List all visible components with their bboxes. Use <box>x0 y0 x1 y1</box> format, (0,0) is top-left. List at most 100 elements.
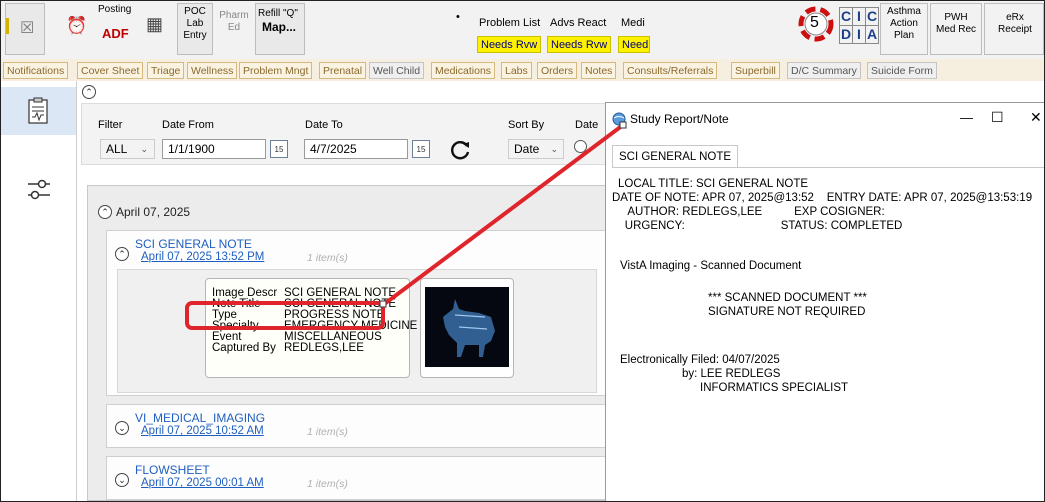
report-line: DATE OF NOTE: APR 07, 2025@13:52 ENTRY D… <box>612 192 1033 204</box>
image-info-box: Image Descr SCI GENERAL NOTE Note Title … <box>205 278 417 378</box>
erx-receipt-button[interactable]: eRx Receipt <box>984 3 1044 55</box>
pwh-med-rec-button[interactable]: PWH Med Rec <box>930 3 982 55</box>
date-group-header: April 07, 2025 <box>116 205 191 219</box>
chevron-down-icon: ⌄ <box>140 144 148 154</box>
poc-lab-entry-button[interactable]: POC Lab Entry <box>177 3 213 55</box>
collapse-filter-icon[interactable]: ⌃ <box>82 85 96 99</box>
tab-medications[interactable]: Medications <box>431 62 496 79</box>
tab-consults-referrals[interactable]: Consults/Referrals <box>623 62 718 79</box>
maximize-button[interactable]: ☐ <box>991 109 1004 126</box>
posting-button[interactable]: Posting ADF <box>95 3 135 55</box>
alarm-clock-icon: ⏰ <box>66 16 88 35</box>
report-line: Electronically Filed: 04/07/2025 <box>620 354 780 366</box>
cida-letter: D <box>839 25 853 44</box>
report-line: LOCAL TITLE: SCI GENERAL NOTE <box>618 178 809 190</box>
tab-notifications[interactable]: Notifications <box>3 62 69 79</box>
note-date-link[interactable]: April 07, 2025 10:52 AM <box>141 425 264 437</box>
close-button[interactable]: ✕ <box>1030 109 1042 126</box>
note-details-area: Image Descr SCI GENERAL NOTE Note Title … <box>117 269 597 393</box>
expand-note-icon[interactable]: ⌄ <box>115 473 129 487</box>
tab-triage[interactable]: Triage <box>147 62 185 79</box>
asthma-action-plan-button[interactable]: Asthma Action Plan <box>880 3 928 55</box>
date-to-calendar-icon[interactable]: 15 <box>412 140 430 158</box>
toolbar-marker <box>6 18 9 34</box>
chevron-down-icon: ⌄ <box>550 144 558 154</box>
date-from-calendar-icon[interactable]: 15 <box>270 140 288 158</box>
report-line: URGENCY: STATUS: COMPLETED <box>612 220 903 232</box>
application-window: ☒ ⏰ Posting ADF ▦ POC Lab Entry Pharm Ed… <box>0 0 1045 502</box>
chart-toolbar-button[interactable]: ▦ <box>139 3 171 55</box>
refresh-icon[interactable] <box>448 138 472 162</box>
calendar-toolbar-button[interactable]: ☒ <box>5 3 45 55</box>
cida-letter: I <box>852 7 866 26</box>
expand-note-icon[interactable]: ⌄ <box>115 421 129 435</box>
sort-by-select[interactable]: Date ⌄ <box>508 139 564 159</box>
pharm-label: Pharm <box>219 10 249 21</box>
dialog-title-bar[interactable]: Study Report/Note — ☐ ✕ <box>606 103 1044 135</box>
report-line: VistA Imaging - Scanned Document <box>620 260 802 272</box>
nav-item-notes-selected[interactable] <box>1 87 76 135</box>
note-card[interactable]: ⌄ VI_MEDICAL_IMAGING April 07, 2025 10:5… <box>106 404 606 448</box>
map-label: Map... <box>262 20 297 34</box>
needs-review-problem-list[interactable]: Needs Rvw <box>477 36 542 53</box>
needs-review-medi[interactable]: Need <box>618 36 650 53</box>
tab-cover-sheet[interactable]: Cover Sheet <box>77 62 144 79</box>
date-to-label: Date To <box>305 119 343 131</box>
tab-well-child[interactable]: Well Child <box>369 62 425 79</box>
report-line: AUTHOR: REDLEGS,LEE EXP COSIGNER: <box>612 206 885 218</box>
refill-map-button[interactable]: Refill "Q" Map... <box>255 3 305 55</box>
note-title-link[interactable]: FLOWSHEET <box>135 463 210 477</box>
report-line: INFORMATICS SPECIALIST <box>700 382 849 394</box>
tab-superbill[interactable]: Superbill <box>731 62 780 79</box>
tab-suicide-form[interactable]: Suicide Form <box>867 62 937 79</box>
tab-orders[interactable]: Orders <box>537 62 578 79</box>
note-card-expanded: ⌃ SCI GENERAL NOTE April 07, 2025 13:52 … <box>106 230 606 396</box>
tab-prenatal[interactable]: Prenatal <box>319 62 367 79</box>
adf-label: ADF <box>102 26 129 41</box>
note-card[interactable]: ⌄ FLOWSHEET April 07, 2025 00:01 AM 1 it… <box>106 456 606 500</box>
badge-count: 5 <box>810 14 819 31</box>
collapse-note-icon[interactable]: ⌃ <box>115 247 129 261</box>
alarm-toolbar-button[interactable]: ⏰ <box>55 3 91 55</box>
xray-thumbnail-image <box>425 287 509 367</box>
cida-logo[interactable]: C I C D I A <box>839 7 879 44</box>
detail-key: Captured By <box>212 342 276 354</box>
filter-settings-icon[interactable] <box>26 177 52 203</box>
item-count: 1 item(s) <box>307 478 348 490</box>
plan-label: Plan <box>893 30 914 41</box>
tab-notes[interactable]: Notes <box>581 62 617 79</box>
chart-icon: ▦ <box>146 14 164 34</box>
minimize-button[interactable]: — <box>960 110 973 125</box>
pharm-ed-button[interactable]: Pharm Ed <box>217 3 251 55</box>
note-date-link[interactable]: April 07, 2025 13:52 PM <box>141 251 264 263</box>
pwh-label: PWH <box>944 12 968 23</box>
note-title-link[interactable]: SCI GENERAL NOTE <box>135 237 252 251</box>
item-count: 1 item(s) <box>307 426 348 438</box>
action-label: Action <box>890 18 918 29</box>
note-title-link[interactable]: VI_MEDICAL_IMAGING <box>135 411 265 425</box>
problem-list-label[interactable]: Problem List <box>479 17 540 29</box>
date-from-input[interactable]: 1/1/1900 <box>162 139 266 159</box>
tab-dc-summary[interactable]: D/C Summary <box>787 62 861 79</box>
advs-react-label[interactable]: Advs React <box>550 17 606 29</box>
collapse-date-group-icon[interactable]: ⌃ <box>98 205 112 219</box>
note-date-link[interactable]: April 07, 2025 00:01 AM <box>141 477 264 489</box>
refill-q-label: Refill "Q" <box>258 8 298 19</box>
calendar-icon: ☒ <box>20 20 35 37</box>
tab-wellness[interactable]: Wellness <box>187 62 238 79</box>
filter-value: ALL <box>106 142 128 156</box>
needs-review-advs-react[interactable]: Needs Rvw <box>547 36 612 53</box>
notification-badge[interactable]: 5 <box>798 6 834 42</box>
filter-select[interactable]: ALL ⌄ <box>100 139 155 159</box>
study-report-dialog: Study Report/Note — ☐ ✕ SCI GENERAL NOTE… <box>605 102 1044 501</box>
report-line: by: LEE REDLEGS <box>682 368 781 380</box>
tab-labs[interactable]: Labs <box>501 62 532 79</box>
tab-sci-general-note[interactable]: SCI GENERAL NOTE <box>612 145 739 168</box>
sort-by-value: Date <box>514 142 540 156</box>
sort-order-radio[interactable] <box>574 140 587 153</box>
date-to-input[interactable]: 4/7/2025 <box>304 139 408 159</box>
medi-label[interactable]: Medi <box>621 17 645 29</box>
thumbnail-frame[interactable] <box>420 278 514 378</box>
tab-problem-mngt[interactable]: Problem Mngt <box>239 62 313 79</box>
results-list: ⌃ April 07, 2025 ⌃ SCI GENERAL NOTE Apri… <box>87 185 607 501</box>
